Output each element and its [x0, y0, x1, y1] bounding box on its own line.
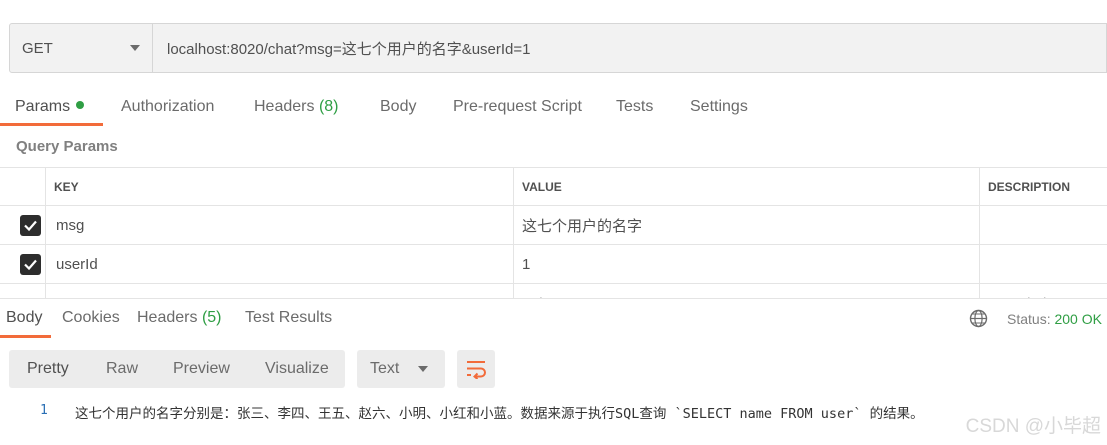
tab-tests[interactable]: Tests [616, 90, 653, 126]
format-select[interactable]: Text [357, 350, 445, 388]
active-tab-indicator [0, 123, 103, 126]
response-active-tab-indicator [0, 335, 51, 338]
line-number: 1 [40, 403, 48, 418]
tab-params[interactable]: Params [15, 90, 85, 126]
request-tabs: Params Authorization Headers (8) Body Pr… [0, 90, 1107, 126]
tab-authorization[interactable]: Authorization [121, 90, 214, 126]
pretty-button[interactable]: Pretty [27, 350, 69, 388]
response-body-editor[interactable]: 1 这七个用户的名字分别是：张三、李四、王五、赵六、小明、小红和小蓝。数据来源于… [0, 400, 1107, 424]
response-status: Status: 200 OK [1007, 311, 1102, 327]
tab-headers[interactable]: Headers (8) [254, 90, 339, 126]
param-value-cell[interactable]: 1 [513, 245, 979, 283]
visualize-button[interactable]: Visualize [265, 350, 329, 388]
param-value-cell[interactable]: 这七个用户的名字 [513, 206, 979, 244]
column-header-key: KEY [45, 168, 513, 205]
param-checkbox-msg[interactable] [20, 215, 41, 236]
param-description-cell[interactable] [979, 206, 1107, 244]
tab-settings[interactable]: Settings [690, 90, 748, 126]
url-input[interactable]: localhost:8020/chat?msg=这七个用户的名字&userId=… [153, 24, 1106, 72]
raw-button[interactable]: Raw [106, 350, 138, 388]
param-description-cell[interactable] [979, 245, 1107, 283]
tab-params-label: Params [15, 98, 71, 115]
preview-button[interactable]: Preview [173, 350, 230, 388]
tab-body[interactable]: Body [380, 90, 416, 126]
checkmark-icon [24, 259, 37, 271]
column-header-description: DESCRIPTION [979, 168, 1107, 205]
method-select[interactable]: GET [10, 24, 153, 72]
table-row: msg 这七个用户的名字 [0, 206, 1107, 245]
table-row: userId 1 [0, 245, 1107, 284]
status-label: Status: [1007, 311, 1051, 327]
table-row-new: Key Value Description [0, 284, 1107, 298]
param-key-cell[interactable]: msg [45, 206, 513, 244]
request-url-bar: GET localhost:8020/chat?msg=这七个用户的名字&use… [9, 23, 1107, 73]
tab-headers-count: (8) [318, 98, 339, 115]
chevron-down-icon [130, 45, 140, 51]
new-description-input[interactable]: Description [979, 284, 1107, 298]
tab-response-headers-label: Headers [137, 309, 198, 326]
param-key-cell[interactable]: userId [45, 245, 513, 283]
query-params-title: Query Params [16, 138, 118, 155]
tab-pre-request-script[interactable]: Pre-request Script [453, 90, 582, 126]
table-header-row: KEY VALUE DESCRIPTION [0, 168, 1107, 206]
wrap-lines-button[interactable] [457, 350, 495, 388]
wrap-lines-icon [467, 361, 486, 379]
checkmark-icon [24, 220, 37, 232]
param-checkbox-userid[interactable] [20, 254, 41, 275]
tab-response-body[interactable]: Body [6, 309, 42, 327]
column-header-value: VALUE [513, 168, 979, 205]
tab-test-results[interactable]: Test Results [245, 309, 332, 327]
globe-icon[interactable] [969, 309, 988, 328]
tab-headers-label: Headers [254, 98, 315, 115]
query-params-table: KEY VALUE DESCRIPTION msg 这七个用户的名字 userI… [0, 167, 1107, 298]
params-active-dot-icon [76, 101, 85, 109]
response-body-text: 这七个用户的名字分别是：张三、李四、王五、赵六、小明、小红和小蓝。数据来源于执行… [75, 406, 924, 422]
response-tabs: Body Cookies Headers (5) Test Results [0, 298, 1107, 338]
new-key-input[interactable]: Key [45, 284, 513, 298]
chevron-down-icon [418, 366, 428, 372]
tab-cookies[interactable]: Cookies [62, 309, 120, 327]
tab-response-headers-count: (5) [201, 309, 222, 326]
watermark: CSDN @小毕超 [965, 416, 1101, 437]
method-label: GET [22, 39, 53, 57]
tab-response-headers[interactable]: Headers (5) [137, 309, 222, 327]
status-value: 200 OK [1054, 311, 1102, 327]
format-selected: Text [370, 360, 400, 377]
new-value-input[interactable]: Value [513, 284, 979, 298]
view-mode-toggle: Pretty Raw Preview Visualize [9, 350, 345, 388]
